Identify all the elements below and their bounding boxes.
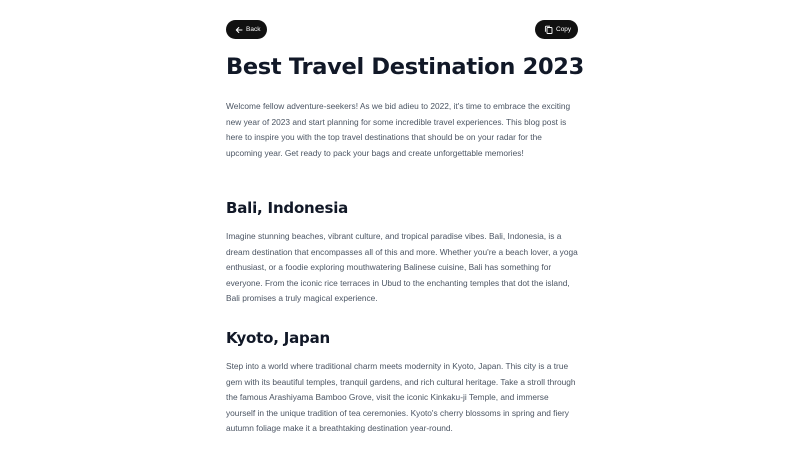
page-title: Best Travel Destination 2023 <box>226 54 585 80</box>
intro-paragraph: Welcome fellow adventure-seekers! As we … <box>226 101 571 158</box>
toolbar: Back Copy <box>226 0 578 58</box>
copy-button[interactable]: Copy <box>535 20 578 39</box>
section-body-kyoto: Step into a world where traditional char… <box>226 361 576 433</box>
back-button[interactable]: Back <box>226 20 267 39</box>
section-heading-bali: Bali, Indonesia <box>226 199 349 217</box>
section-heading-kyoto: Kyoto, Japan <box>226 329 330 347</box>
arrow-left-icon <box>235 26 243 33</box>
article: Back Copy Best Travel Destination 2023 W… <box>226 0 584 433</box>
copy-icon <box>544 25 553 34</box>
section-body-bali: Imagine stunning beaches, vibrant cultur… <box>226 231 578 303</box>
copy-label: Copy <box>556 26 572 33</box>
back-label: Back <box>246 26 261 33</box>
